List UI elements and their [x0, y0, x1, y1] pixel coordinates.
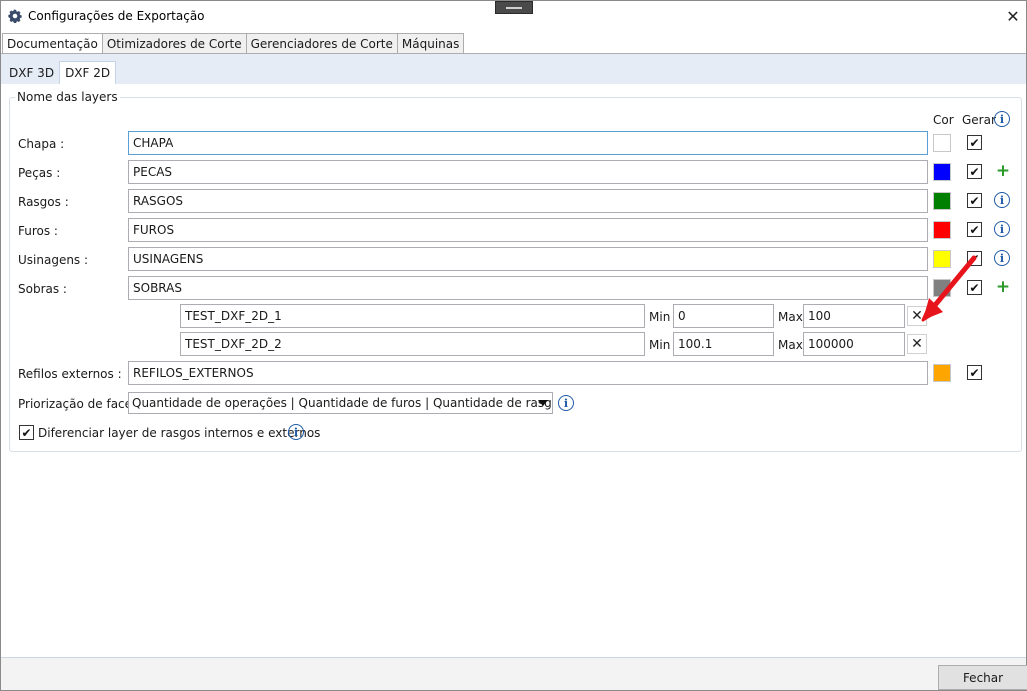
layer-input-usinagens[interactable] — [128, 247, 928, 271]
window-title: Configurações de Exportação — [28, 9, 205, 23]
layer-generate-rasgos-checkbox[interactable]: ✔ — [967, 193, 982, 208]
plus-icon[interactable]: + — [996, 161, 1010, 181]
layer-label-sobras: Sobras : — [18, 282, 67, 296]
color-column-header: Cor — [933, 113, 954, 127]
differentiate-slots-checkbox[interactable]: ✔ — [19, 425, 34, 440]
subtab-dxf-2d[interactable]: DXF 2D — [59, 61, 117, 84]
generate-column-header: Gerar — [962, 113, 996, 127]
face-priority-label: Priorização de face : — [18, 397, 140, 411]
close-button[interactable]: Fechar — [938, 665, 1027, 690]
min-label: Min — [649, 310, 671, 324]
max-label: Max — [778, 338, 803, 352]
info-icon[interactable]: i — [994, 111, 1010, 127]
sobra-range-min-input[interactable] — [673, 304, 774, 328]
window-close-button[interactable]: ✕ — [1001, 5, 1025, 27]
layer-label-usinagens: Usinagens : — [18, 253, 89, 267]
close-icon[interactable]: ✕ — [907, 334, 927, 354]
layer-color-chapa[interactable] — [933, 134, 951, 152]
main-tabs: Documentação Otimizadores de Corte Geren… — [2, 33, 465, 55]
tab-maquinas[interactable]: Máquinas — [397, 33, 465, 54]
max-label: Max — [778, 310, 803, 324]
differentiate-slots-label: Diferenciar layer de rasgos internos e e… — [38, 426, 321, 440]
info-icon[interactable]: i — [994, 192, 1010, 208]
face-priority-select[interactable]: Quantidade de operações | Quantidade de … — [128, 392, 553, 414]
min-label: Min — [649, 338, 671, 352]
layer-label-chapa: Chapa : — [18, 137, 65, 151]
window-drag-handle[interactable] — [495, 1, 533, 14]
tab-otimizadores-de-corte[interactable]: Otimizadores de Corte — [102, 33, 247, 54]
layer-color-rasgos[interactable] — [933, 192, 951, 210]
layer-generate-pecas-checkbox[interactable]: ✔ — [967, 164, 982, 179]
subtabs-bar — [1, 54, 1026, 84]
gear-icon — [8, 9, 22, 23]
info-icon[interactable]: i — [994, 221, 1010, 237]
layer-input-refilos[interactable] — [128, 361, 928, 385]
sobra-range-max-input[interactable] — [803, 332, 905, 356]
layer-input-furos[interactable] — [128, 218, 928, 242]
face-priority-value: Quantidade de operações | Quantidade de … — [132, 396, 552, 410]
red-arrow-icon — [921, 255, 977, 322]
layer-label-furos: Furos : — [18, 224, 58, 238]
layer-color-furos[interactable] — [933, 221, 951, 239]
tab-documentacao[interactable]: Documentação — [2, 33, 103, 55]
sobra-range-name-input[interactable] — [180, 332, 645, 356]
layer-input-chapa[interactable] — [128, 131, 928, 155]
layer-label-refilos: Refilos externos : — [18, 367, 122, 381]
info-icon[interactable]: i — [994, 250, 1010, 266]
info-icon[interactable]: i — [288, 424, 304, 440]
layer-generate-furos-checkbox[interactable]: ✔ — [967, 222, 982, 237]
sobra-range-max-input[interactable] — [803, 304, 905, 328]
subtab-dxf-3d[interactable]: DXF 3D — [4, 61, 59, 84]
layer-input-rasgos[interactable] — [128, 189, 928, 213]
layer-generate-refilos-checkbox[interactable]: ✔ — [967, 365, 982, 380]
layer-label-pecas: Peças : — [18, 166, 61, 180]
layer-input-pecas[interactable] — [128, 160, 928, 184]
sobra-range-name-input[interactable] — [180, 304, 645, 328]
layers-group-title: Nome das layers — [15, 90, 120, 104]
layer-generate-chapa-checkbox[interactable]: ✔ — [967, 135, 982, 150]
layer-input-sobras[interactable] — [128, 276, 928, 300]
title-bar: Configurações de Exportação ✕ — [1, 1, 1026, 32]
subtabs: DXF 3D DXF 2D — [4, 61, 117, 84]
tab-gerenciadores-de-corte[interactable]: Gerenciadores de Corte — [246, 33, 398, 54]
layer-color-pecas[interactable] — [933, 163, 951, 181]
info-icon[interactable]: i — [558, 395, 574, 411]
export-settings-window: Configurações de Exportação ✕ Documentaç… — [0, 0, 1027, 691]
layer-label-rasgos: Rasgos : — [18, 195, 69, 209]
sobra-range-min-input[interactable] — [673, 332, 774, 356]
plus-icon[interactable]: + — [996, 277, 1010, 297]
layer-color-refilos[interactable] — [933, 364, 951, 382]
footer-bar — [1, 658, 1026, 690]
dropdown-arrow-icon — [538, 400, 548, 406]
